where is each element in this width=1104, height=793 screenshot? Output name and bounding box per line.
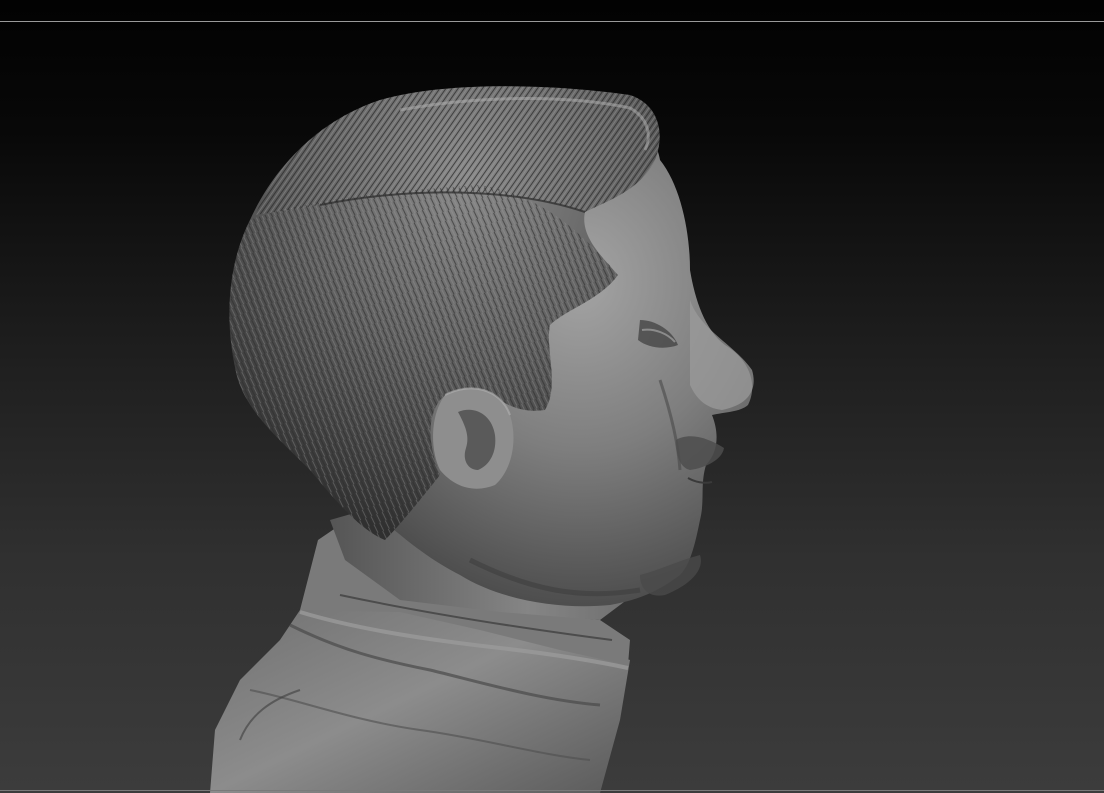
3d-viewport[interactable] bbox=[0, 0, 1104, 793]
viewport-bottom-border bbox=[0, 790, 1104, 791]
sculpted-bust-model[interactable] bbox=[0, 0, 1104, 793]
mustache-shape bbox=[676, 436, 724, 470]
